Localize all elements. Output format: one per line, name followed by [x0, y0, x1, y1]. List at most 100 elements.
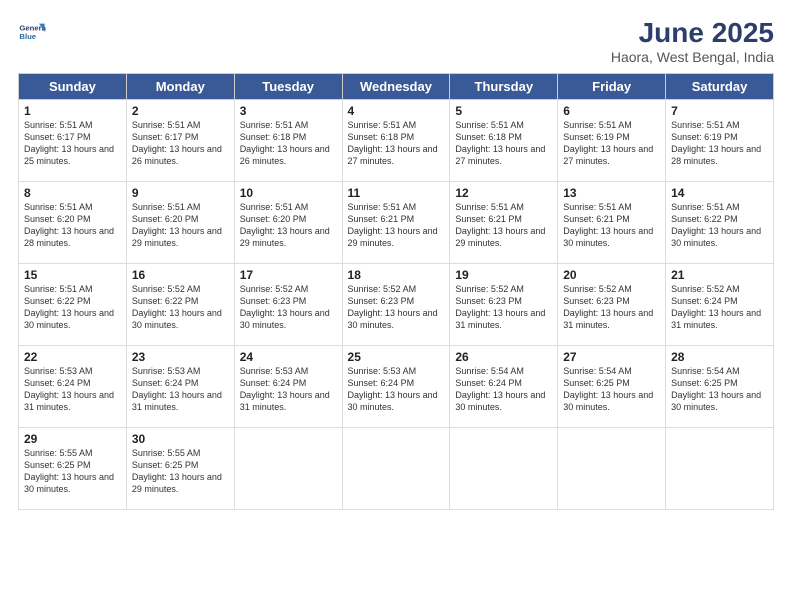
calendar-cell: 9Sunrise: 5:51 AMSunset: 6:20 PMDaylight… — [126, 181, 234, 263]
calendar-cell: 7Sunrise: 5:51 AMSunset: 6:19 PMDaylight… — [666, 99, 774, 181]
calendar-cell: 2Sunrise: 5:51 AMSunset: 6:17 PMDaylight… — [126, 99, 234, 181]
week-row-0: 1Sunrise: 5:51 AMSunset: 6:17 PMDaylight… — [19, 99, 774, 181]
calendar-cell: 18Sunrise: 5:52 AMSunset: 6:23 PMDayligh… — [342, 263, 450, 345]
day-number: 28 — [671, 350, 768, 364]
day-info: Sunrise: 5:51 AMSunset: 6:20 PMDaylight:… — [132, 201, 229, 250]
day-info: Sunrise: 5:54 AMSunset: 6:24 PMDaylight:… — [455, 365, 552, 414]
day-number: 16 — [132, 268, 229, 282]
calendar-cell: 17Sunrise: 5:52 AMSunset: 6:23 PMDayligh… — [234, 263, 342, 345]
day-info: Sunrise: 5:55 AMSunset: 6:25 PMDaylight:… — [132, 447, 229, 496]
logo: General Blue — [18, 18, 50, 46]
day-info: Sunrise: 5:51 AMSunset: 6:21 PMDaylight:… — [455, 201, 552, 250]
calendar-cell — [558, 427, 666, 509]
day-info: Sunrise: 5:51 AMSunset: 6:20 PMDaylight:… — [24, 201, 121, 250]
day-info: Sunrise: 5:51 AMSunset: 6:19 PMDaylight:… — [671, 119, 768, 168]
day-number: 15 — [24, 268, 121, 282]
calendar-cell: 6Sunrise: 5:51 AMSunset: 6:19 PMDaylight… — [558, 99, 666, 181]
day-number: 4 — [348, 104, 445, 118]
calendar-cell: 24Sunrise: 5:53 AMSunset: 6:24 PMDayligh… — [234, 345, 342, 427]
day-number: 12 — [455, 186, 552, 200]
calendar-cell: 11Sunrise: 5:51 AMSunset: 6:21 PMDayligh… — [342, 181, 450, 263]
day-info: Sunrise: 5:52 AMSunset: 6:23 PMDaylight:… — [563, 283, 660, 332]
day-number: 2 — [132, 104, 229, 118]
calendar-cell: 25Sunrise: 5:53 AMSunset: 6:24 PMDayligh… — [342, 345, 450, 427]
th-tuesday: Tuesday — [234, 73, 342, 99]
day-info: Sunrise: 5:51 AMSunset: 6:18 PMDaylight:… — [455, 119, 552, 168]
calendar-cell: 23Sunrise: 5:53 AMSunset: 6:24 PMDayligh… — [126, 345, 234, 427]
title-block: June 2025 Haora, West Bengal, India — [611, 18, 774, 65]
calendar-cell: 29Sunrise: 5:55 AMSunset: 6:25 PMDayligh… — [19, 427, 127, 509]
day-number: 3 — [240, 104, 337, 118]
calendar-cell: 22Sunrise: 5:53 AMSunset: 6:24 PMDayligh… — [19, 345, 127, 427]
day-info: Sunrise: 5:51 AMSunset: 6:22 PMDaylight:… — [671, 201, 768, 250]
day-info: Sunrise: 5:54 AMSunset: 6:25 PMDaylight:… — [671, 365, 768, 414]
svg-text:Blue: Blue — [19, 32, 36, 41]
calendar-cell: 1Sunrise: 5:51 AMSunset: 6:17 PMDaylight… — [19, 99, 127, 181]
day-info: Sunrise: 5:52 AMSunset: 6:23 PMDaylight:… — [240, 283, 337, 332]
day-info: Sunrise: 5:53 AMSunset: 6:24 PMDaylight:… — [132, 365, 229, 414]
calendar-cell: 21Sunrise: 5:52 AMSunset: 6:24 PMDayligh… — [666, 263, 774, 345]
day-number: 29 — [24, 432, 121, 446]
day-number: 30 — [132, 432, 229, 446]
th-thursday: Thursday — [450, 73, 558, 99]
logo-icon: General Blue — [18, 18, 46, 46]
day-info: Sunrise: 5:51 AMSunset: 6:19 PMDaylight:… — [563, 119, 660, 168]
calendar-cell: 28Sunrise: 5:54 AMSunset: 6:25 PMDayligh… — [666, 345, 774, 427]
day-info: Sunrise: 5:51 AMSunset: 6:21 PMDaylight:… — [348, 201, 445, 250]
day-number: 14 — [671, 186, 768, 200]
calendar-cell — [234, 427, 342, 509]
day-number: 5 — [455, 104, 552, 118]
header: General Blue June 2025 Haora, West Benga… — [18, 18, 774, 65]
day-number: 18 — [348, 268, 445, 282]
calendar-cell: 14Sunrise: 5:51 AMSunset: 6:22 PMDayligh… — [666, 181, 774, 263]
calendar-cell: 20Sunrise: 5:52 AMSunset: 6:23 PMDayligh… — [558, 263, 666, 345]
subtitle: Haora, West Bengal, India — [611, 49, 774, 65]
calendar-cell: 12Sunrise: 5:51 AMSunset: 6:21 PMDayligh… — [450, 181, 558, 263]
th-wednesday: Wednesday — [342, 73, 450, 99]
day-number: 19 — [455, 268, 552, 282]
th-monday: Monday — [126, 73, 234, 99]
th-friday: Friday — [558, 73, 666, 99]
day-info: Sunrise: 5:53 AMSunset: 6:24 PMDaylight:… — [348, 365, 445, 414]
day-info: Sunrise: 5:51 AMSunset: 6:17 PMDaylight:… — [24, 119, 121, 168]
calendar-cell: 10Sunrise: 5:51 AMSunset: 6:20 PMDayligh… — [234, 181, 342, 263]
day-number: 11 — [348, 186, 445, 200]
day-number: 7 — [671, 104, 768, 118]
calendar-cell: 30Sunrise: 5:55 AMSunset: 6:25 PMDayligh… — [126, 427, 234, 509]
day-number: 24 — [240, 350, 337, 364]
week-row-2: 15Sunrise: 5:51 AMSunset: 6:22 PMDayligh… — [19, 263, 774, 345]
day-info: Sunrise: 5:52 AMSunset: 6:22 PMDaylight:… — [132, 283, 229, 332]
week-row-1: 8Sunrise: 5:51 AMSunset: 6:20 PMDaylight… — [19, 181, 774, 263]
th-saturday: Saturday — [666, 73, 774, 99]
day-number: 21 — [671, 268, 768, 282]
day-number: 13 — [563, 186, 660, 200]
page: General Blue June 2025 Haora, West Benga… — [0, 0, 792, 612]
calendar-cell: 16Sunrise: 5:52 AMSunset: 6:22 PMDayligh… — [126, 263, 234, 345]
day-number: 6 — [563, 104, 660, 118]
day-number: 22 — [24, 350, 121, 364]
day-info: Sunrise: 5:52 AMSunset: 6:23 PMDaylight:… — [455, 283, 552, 332]
calendar-cell: 26Sunrise: 5:54 AMSunset: 6:24 PMDayligh… — [450, 345, 558, 427]
day-info: Sunrise: 5:51 AMSunset: 6:17 PMDaylight:… — [132, 119, 229, 168]
day-number: 25 — [348, 350, 445, 364]
day-info: Sunrise: 5:51 AMSunset: 6:22 PMDaylight:… — [24, 283, 121, 332]
day-info: Sunrise: 5:51 AMSunset: 6:18 PMDaylight:… — [240, 119, 337, 168]
day-info: Sunrise: 5:53 AMSunset: 6:24 PMDaylight:… — [240, 365, 337, 414]
calendar-cell: 3Sunrise: 5:51 AMSunset: 6:18 PMDaylight… — [234, 99, 342, 181]
day-number: 1 — [24, 104, 121, 118]
day-info: Sunrise: 5:55 AMSunset: 6:25 PMDaylight:… — [24, 447, 121, 496]
week-row-4: 29Sunrise: 5:55 AMSunset: 6:25 PMDayligh… — [19, 427, 774, 509]
day-number: 27 — [563, 350, 660, 364]
day-info: Sunrise: 5:51 AMSunset: 6:20 PMDaylight:… — [240, 201, 337, 250]
calendar-cell: 15Sunrise: 5:51 AMSunset: 6:22 PMDayligh… — [19, 263, 127, 345]
calendar-cell — [666, 427, 774, 509]
day-number: 8 — [24, 186, 121, 200]
calendar-cell: 13Sunrise: 5:51 AMSunset: 6:21 PMDayligh… — [558, 181, 666, 263]
th-sunday: Sunday — [19, 73, 127, 99]
calendar-cell: 19Sunrise: 5:52 AMSunset: 6:23 PMDayligh… — [450, 263, 558, 345]
day-number: 20 — [563, 268, 660, 282]
day-info: Sunrise: 5:51 AMSunset: 6:21 PMDaylight:… — [563, 201, 660, 250]
day-number: 9 — [132, 186, 229, 200]
day-info: Sunrise: 5:52 AMSunset: 6:23 PMDaylight:… — [348, 283, 445, 332]
calendar-table: Sunday Monday Tuesday Wednesday Thursday… — [18, 73, 774, 510]
